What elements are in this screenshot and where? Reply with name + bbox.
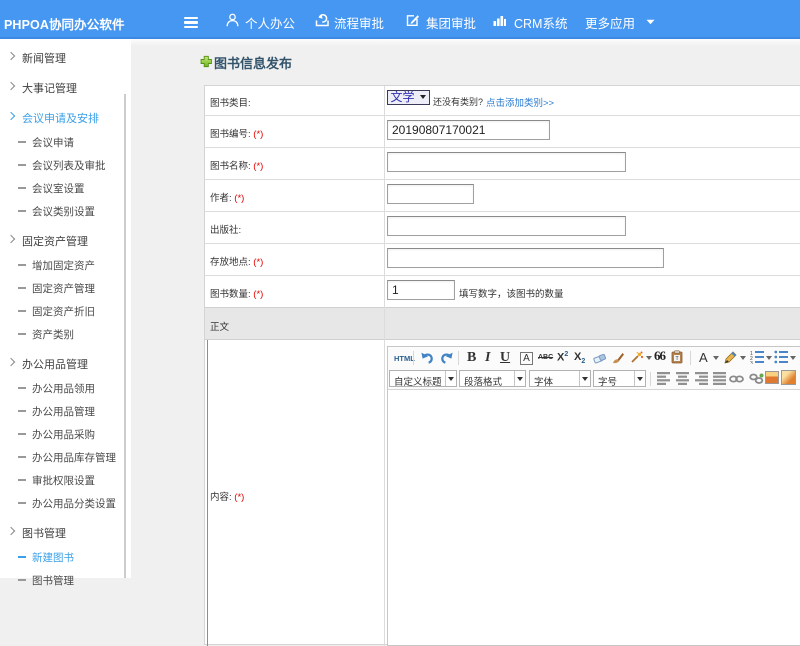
svg-text:3: 3 (750, 361, 753, 364)
